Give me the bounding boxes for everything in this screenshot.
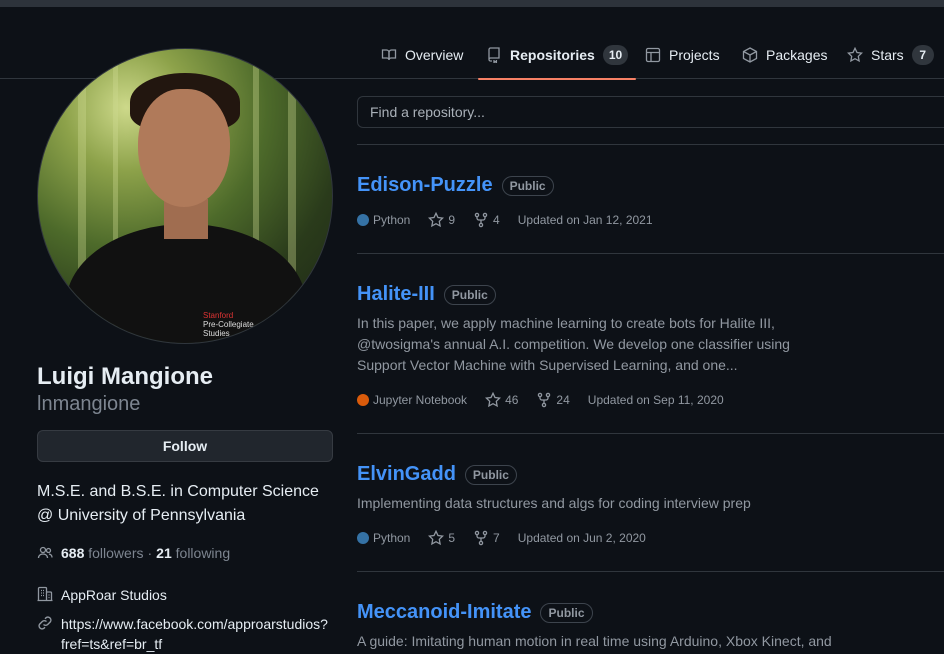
repo-item-halite-iii: Halite-III Public [357,283,496,306]
visibility-badge: Public [464,464,517,485]
forks-stat[interactable]: 24 [536,392,570,408]
company-name: AppRoar Studios [61,587,167,603]
repo-name-link[interactable]: Halite-III [357,283,435,306]
language-color-dot [357,214,369,226]
star-icon [847,46,863,63]
tab-projects[interactable]: Projects [645,30,720,79]
divider [357,571,944,572]
fork-icon [473,212,489,228]
stars-count-badge: 7 [911,44,934,65]
organization-icon [37,586,53,602]
updated-date: Updated on Sep 11, 2020 [587,393,724,407]
visibility-badge: Public [501,175,554,196]
language: Python [357,531,410,545]
stars-stat[interactable]: 9 [428,212,455,228]
find-repository-input[interactable] [357,96,944,128]
website-row: https://www.facebook.com/approarstudios?… [37,614,328,654]
website-link[interactable]: https://www.facebook.com/approarstudios?… [61,614,328,654]
repo-name-link[interactable]: ElvinGadd [357,463,456,486]
profile-username: lnmangione [37,393,141,415]
language-color-dot [357,394,369,406]
browser-top-strip [0,0,944,7]
star-icon [485,392,502,408]
repo-item-edison-puzzle: Edison-Puzzle Public [357,174,554,197]
tab-overview[interactable]: Overview [381,30,463,79]
divider [357,253,944,254]
repo-icon [486,46,502,63]
book-icon [381,47,397,63]
star-icon [428,530,445,546]
shirt-logo: Stanford Pre-Collegiate Studies [203,311,254,338]
people-icon [37,545,53,561]
followers-link[interactable]: 688 followers [61,545,144,561]
tab-stars[interactable]: Stars 7 [847,30,934,79]
repo-stats: Jupyter Notebook 46 24 Updated on Sep 11… [357,390,724,410]
repo-name-link[interactable]: Edison-Puzzle [357,174,493,197]
repo-description: In this paper, we apply machine learning… [357,315,790,373]
language-color-dot [357,532,369,544]
tab-label: Overview [405,46,464,63]
repo-stats: Python 5 7 Updated on Jun 2, 2020 [357,528,646,548]
tab-label: Stars [871,46,904,63]
package-icon [742,46,758,63]
repo-count-badge: 10 [602,44,629,65]
updated-date: Updated on Jan 12, 2021 [517,213,653,227]
tab-label: Repositories [510,46,595,63]
divider [357,144,944,145]
table-icon [645,47,661,63]
repo-name-link[interactable]: Meccanoid-Imitate [357,601,531,624]
fork-icon [473,530,489,546]
language: Python [357,213,410,227]
stars-stat[interactable]: 46 [485,392,518,408]
repo-stats: Python 9 4 Updated on Jan 12, 2021 [357,210,653,230]
visibility-badge: Public [540,602,593,623]
following-link[interactable]: 21 following [156,545,230,561]
forks-stat[interactable]: 7 [473,530,500,546]
link-icon [37,615,53,631]
tab-label: Projects [669,46,720,63]
language: Jupyter Notebook [357,393,467,407]
visibility-badge: Public [443,284,496,305]
fork-icon [536,392,552,408]
avatar[interactable]: Stanford Pre-Collegiate Studies [37,48,333,344]
tab-repositories[interactable]: Repositories 10 [477,30,637,80]
follow-button[interactable]: Follow [37,430,333,462]
tab-packages[interactable]: Packages [742,30,827,79]
repo-description: Implementing data structures and algs fo… [357,495,751,511]
company-row: AppRoar Studios [37,585,167,605]
followers-line: 688 followers · 21 following [37,545,230,561]
repo-item-elvingadd: ElvinGadd Public [357,463,517,486]
star-icon [428,212,445,228]
tab-label: Packages [766,46,828,63]
separator-dot: · [147,545,153,561]
updated-date: Updated on Jun 2, 2020 [517,531,646,545]
profile-bio: M.S.E. and B.S.E. in Computer Science @ … [37,483,319,524]
repo-description: A guide: Imitating human motion in real … [357,633,832,649]
forks-stat[interactable]: 4 [473,212,500,228]
divider [357,433,944,434]
repo-item-meccanoid-imitate: Meccanoid-Imitate Public [357,601,593,624]
stars-stat[interactable]: 5 [428,530,455,546]
profile-name: Luigi Mangione [37,363,213,390]
